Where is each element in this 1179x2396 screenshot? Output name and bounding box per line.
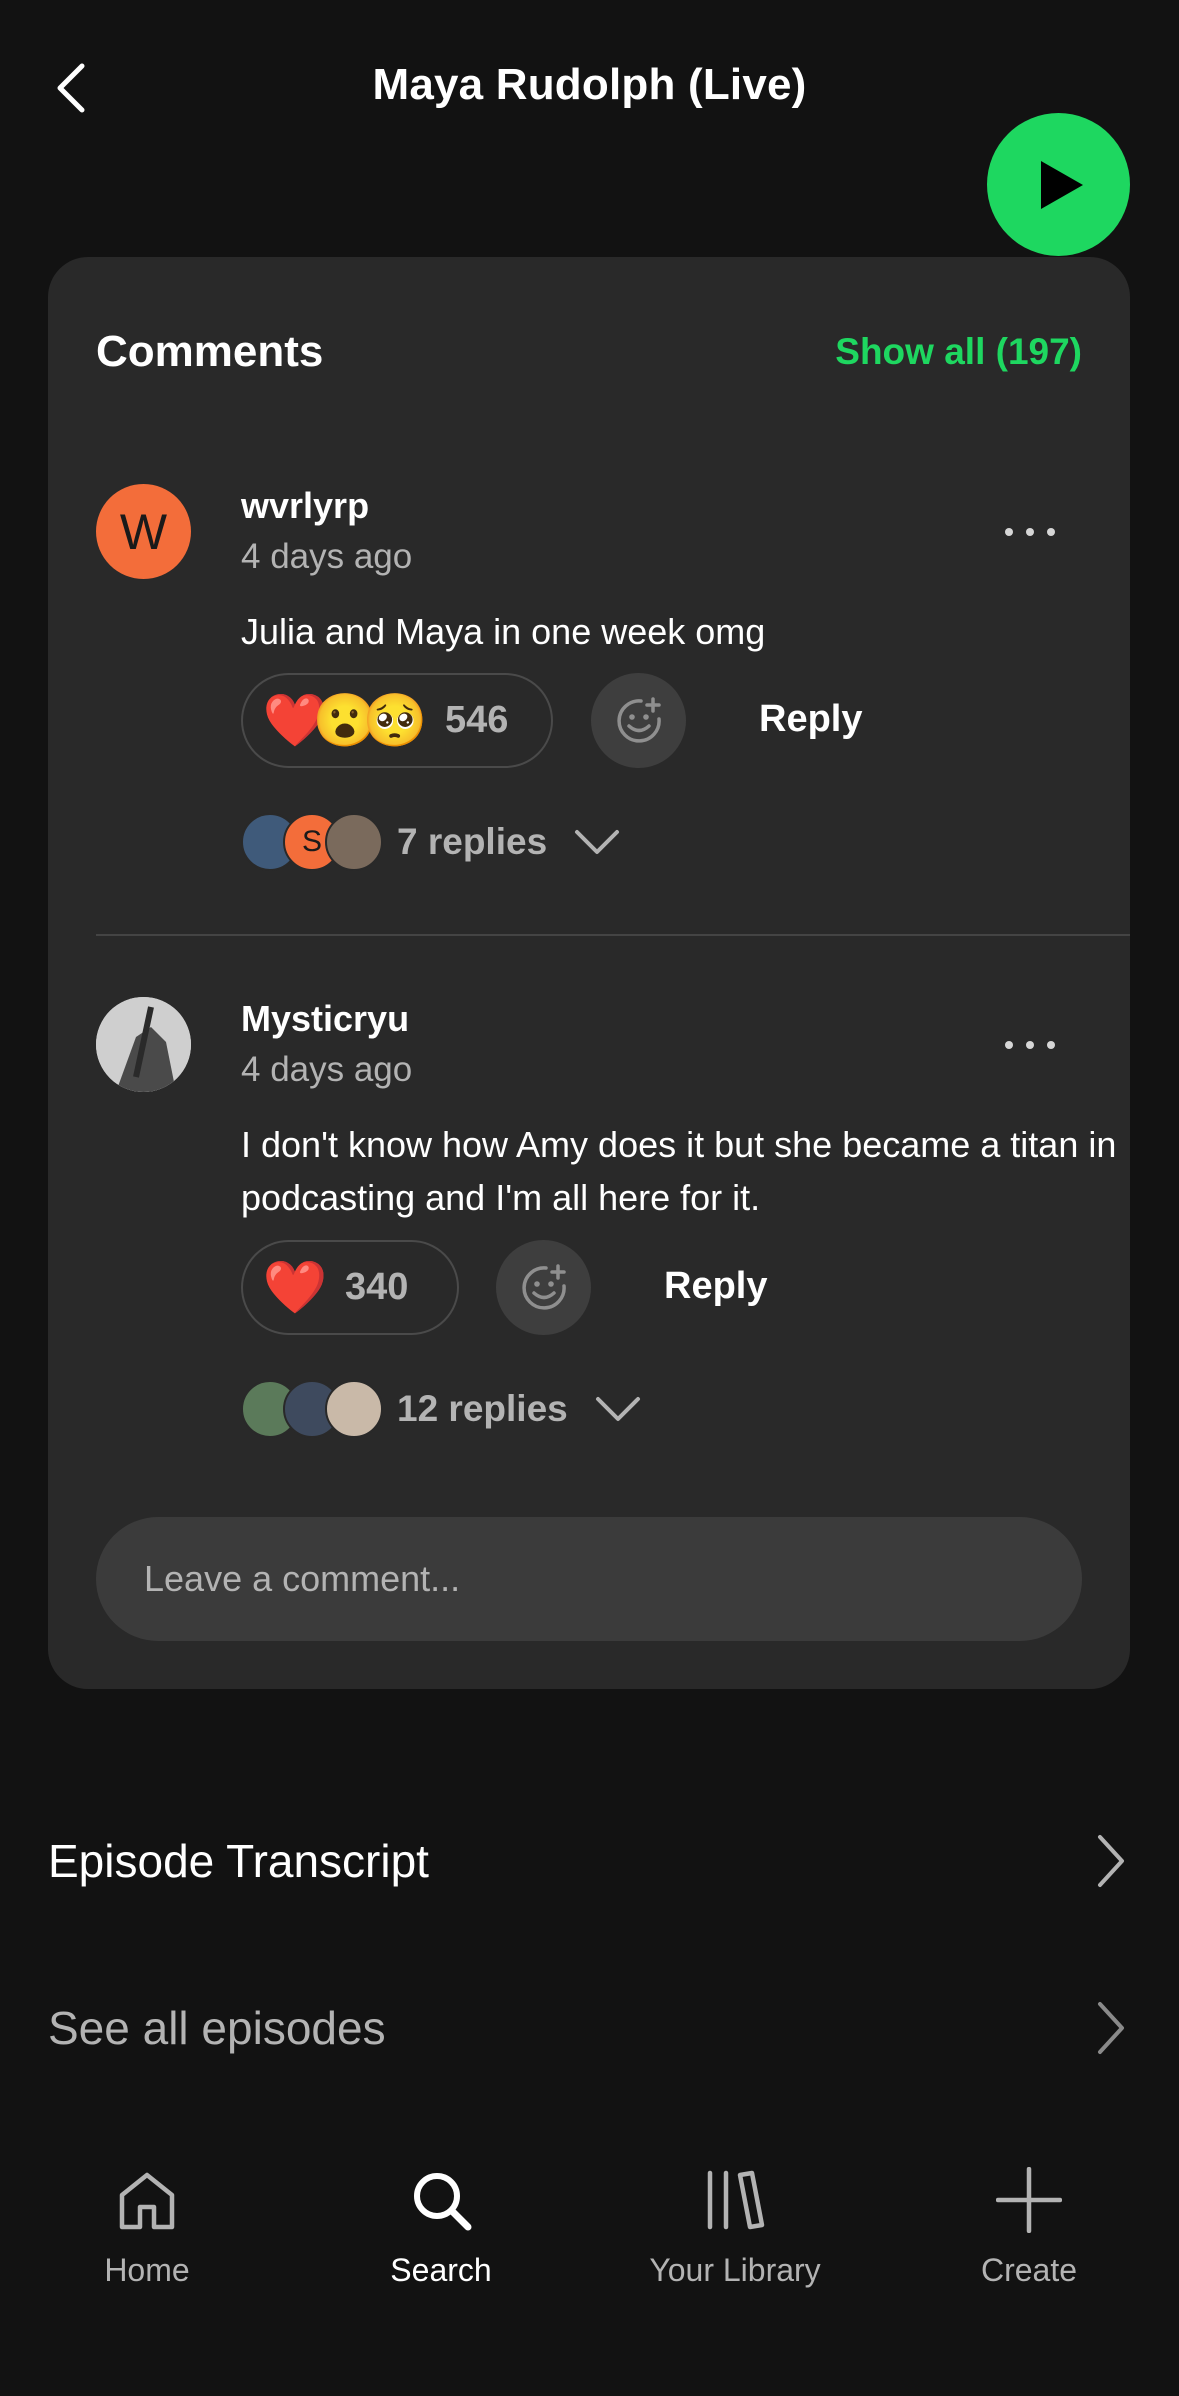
comment-text: I don't know how Amy does it but she bec… (241, 1124, 1117, 1218)
search-icon (401, 2160, 481, 2240)
play-button[interactable] (987, 113, 1130, 256)
plus-icon (989, 2160, 1069, 2240)
see-all-episodes-label: See all episodes (48, 2002, 386, 2054)
show-all-comments-link[interactable]: Show all (197) (835, 331, 1082, 373)
comments-title: Comments (96, 327, 324, 376)
pleading-emoji-icon: 🥺 (362, 691, 428, 750)
avatar[interactable] (96, 997, 191, 1092)
episode-transcript-row[interactable]: Episode Transcript (48, 1821, 1130, 1901)
comment-timestamp: 4 days ago (241, 1050, 413, 1089)
dot-icon (1026, 528, 1034, 536)
comment-username[interactable]: wvrlyrp (241, 485, 369, 527)
see-all-episodes-row[interactable]: See all episodes (48, 1988, 1130, 2068)
reply-button[interactable]: Reply (759, 698, 862, 741)
episode-page: Maya Rudolph (Live) Comments Show all (1… (0, 0, 1179, 2396)
reply-avatar (325, 813, 383, 871)
add-reaction-button[interactable] (496, 1240, 591, 1335)
episode-transcript-label: Episode Transcript (48, 1835, 429, 1887)
add-reaction-button[interactable] (591, 673, 686, 768)
replies-count: 7 replies (397, 821, 548, 862)
nav-search-label: Search (390, 2252, 492, 2288)
replies-toggle[interactable]: 12 replies (241, 1377, 642, 1441)
bottom-nav: Home Search Your Library Create (0, 2120, 1179, 2396)
nav-home-label: Home (104, 2252, 190, 2288)
nav-library-label: Your Library (649, 2252, 821, 2288)
more-options-button[interactable] (995, 512, 1065, 552)
dot-icon (1047, 1041, 1055, 1049)
nav-create[interactable]: Create (882, 2160, 1176, 2310)
nav-home[interactable]: Home (0, 2160, 294, 2310)
chevron-right-icon (1098, 2002, 1124, 2054)
reply-avatar (325, 1380, 383, 1438)
comment-timestamp: 4 days ago (241, 537, 413, 576)
home-icon (107, 2160, 187, 2240)
comment-input[interactable]: Leave a comment... (96, 1517, 1082, 1641)
add-emoji-icon (616, 696, 661, 743)
heart-emoji-icon: ❤️ (262, 1258, 328, 1317)
reaction-count: 340 (345, 1266, 409, 1308)
comment-text: Julia and Maya in one week omg (241, 611, 766, 652)
dot-icon (1005, 1041, 1013, 1049)
comments-card: Comments Show all (197) W wvrlyrp 4 days… (48, 257, 1130, 1689)
comment-username[interactable]: Mysticryu (241, 998, 409, 1040)
chevron-right-icon (1098, 1835, 1124, 1887)
dot-icon (1026, 1041, 1034, 1049)
reactions-pill[interactable]: ❤️ 340 (241, 1240, 459, 1335)
replies-toggle[interactable]: S 7 replies (241, 810, 621, 874)
reply-button[interactable]: Reply (664, 1265, 767, 1308)
divider (96, 934, 1130, 936)
nav-library[interactable]: Your Library (588, 2160, 882, 2310)
nav-search[interactable]: Search (294, 2160, 588, 2310)
reaction-count: 546 (445, 699, 509, 741)
dot-icon (1005, 528, 1013, 536)
avatar[interactable]: W (96, 484, 191, 579)
replies-count: 12 replies (397, 1388, 568, 1429)
reactions-pill[interactable]: ❤️ 😮 🥺 546 (241, 673, 553, 768)
add-emoji-icon (521, 1263, 566, 1310)
nav-create-label: Create (980, 2252, 1078, 2288)
chevron-down-icon (595, 1397, 640, 1421)
chevron-down-icon (575, 830, 620, 854)
more-options-button[interactable] (995, 1025, 1065, 1065)
library-icon (695, 2160, 775, 2240)
page-title: Maya Rudolph (Live) (372, 60, 807, 109)
comments-header: Comments Show all (197) (96, 327, 1082, 377)
avatar-image (96, 997, 191, 1092)
play-icon (1040, 160, 1083, 209)
dot-icon (1047, 528, 1055, 536)
